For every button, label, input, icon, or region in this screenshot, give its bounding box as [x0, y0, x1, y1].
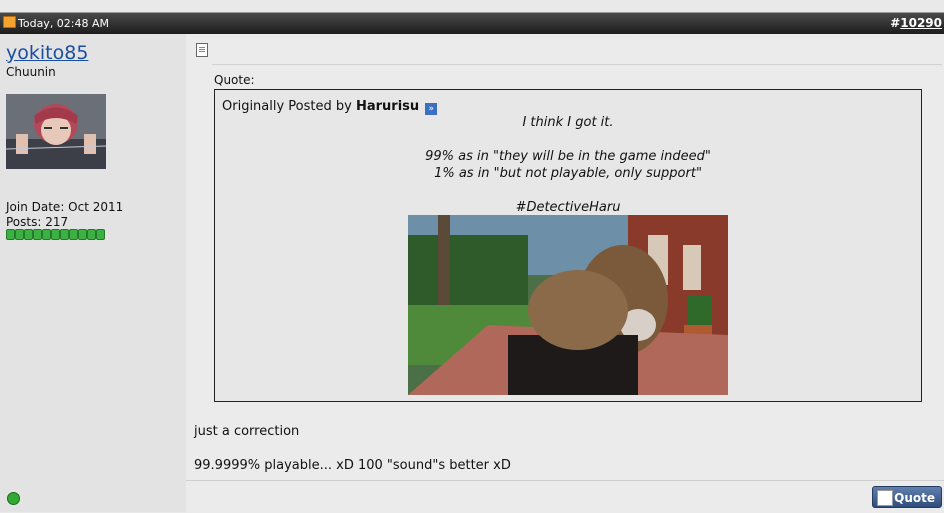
view-post-icon[interactable]: »: [425, 103, 438, 115]
post-number-link[interactable]: #10290: [890, 13, 942, 34]
online-status-icon: [7, 492, 20, 505]
post-count: Posts: 217: [6, 215, 69, 229]
reputation-bar: [6, 229, 105, 244]
quote-line: I think I got it.: [522, 115, 614, 130]
reputation-dot: [51, 229, 60, 240]
divider: [212, 64, 942, 65]
post-icon: [196, 43, 208, 57]
timestamp: Today, 02:48 AM: [18, 17, 110, 30]
post-header: Today, 02:48 AM #10290: [0, 13, 944, 34]
quote-box: Originally Posted by Harurisu » I think …: [214, 89, 922, 402]
reputation-dot: [87, 229, 96, 240]
message-line: 99.9999% playable... xD 100 "sound"s bet…: [194, 458, 511, 473]
join-date: Join Date: Oct 2011: [6, 200, 124, 214]
reputation-dot: [96, 229, 105, 240]
quote-attribution: Originally Posted by Harurisu »: [222, 99, 438, 115]
quote-button[interactable]: Quote: [872, 486, 942, 508]
post-date: Today, 02:48 AM: [3, 13, 109, 34]
quote-label: Quote:: [214, 73, 255, 87]
quote-icon: [877, 490, 893, 506]
post-number-prefix: #: [890, 16, 901, 30]
reputation-dot: [6, 229, 15, 240]
quote-line: 1% as in "but not playable, only support…: [434, 166, 702, 181]
avatar[interactable]: [6, 94, 106, 169]
avatar-image: [6, 94, 106, 169]
reputation-dot: [33, 229, 42, 240]
reputation-dot: [69, 229, 78, 240]
user-title: Chuunin: [6, 65, 56, 79]
quoted-gif-image: [408, 215, 728, 395]
quote-line: #DetectiveHaru: [515, 200, 621, 215]
quote-line: 99% as in "they will be in the game inde…: [425, 149, 711, 164]
quote-button-label: Quote: [894, 491, 935, 505]
message-line: just a correction: [194, 424, 300, 439]
username-link[interactable]: yokito85: [6, 42, 88, 64]
reputation-dot: [60, 229, 69, 240]
top-strip: [0, 0, 944, 13]
post-number[interactable]: 10290: [900, 16, 942, 30]
reputation-dot: [15, 229, 24, 240]
originally-posted-by: Originally Posted by: [222, 99, 352, 114]
post-footer: [186, 480, 944, 513]
post-status-icon: [3, 16, 16, 28]
reputation-dot: [42, 229, 51, 240]
reputation-dot: [24, 229, 33, 240]
quote-author: Harurisu: [355, 99, 420, 114]
reputation-dot: [78, 229, 87, 240]
